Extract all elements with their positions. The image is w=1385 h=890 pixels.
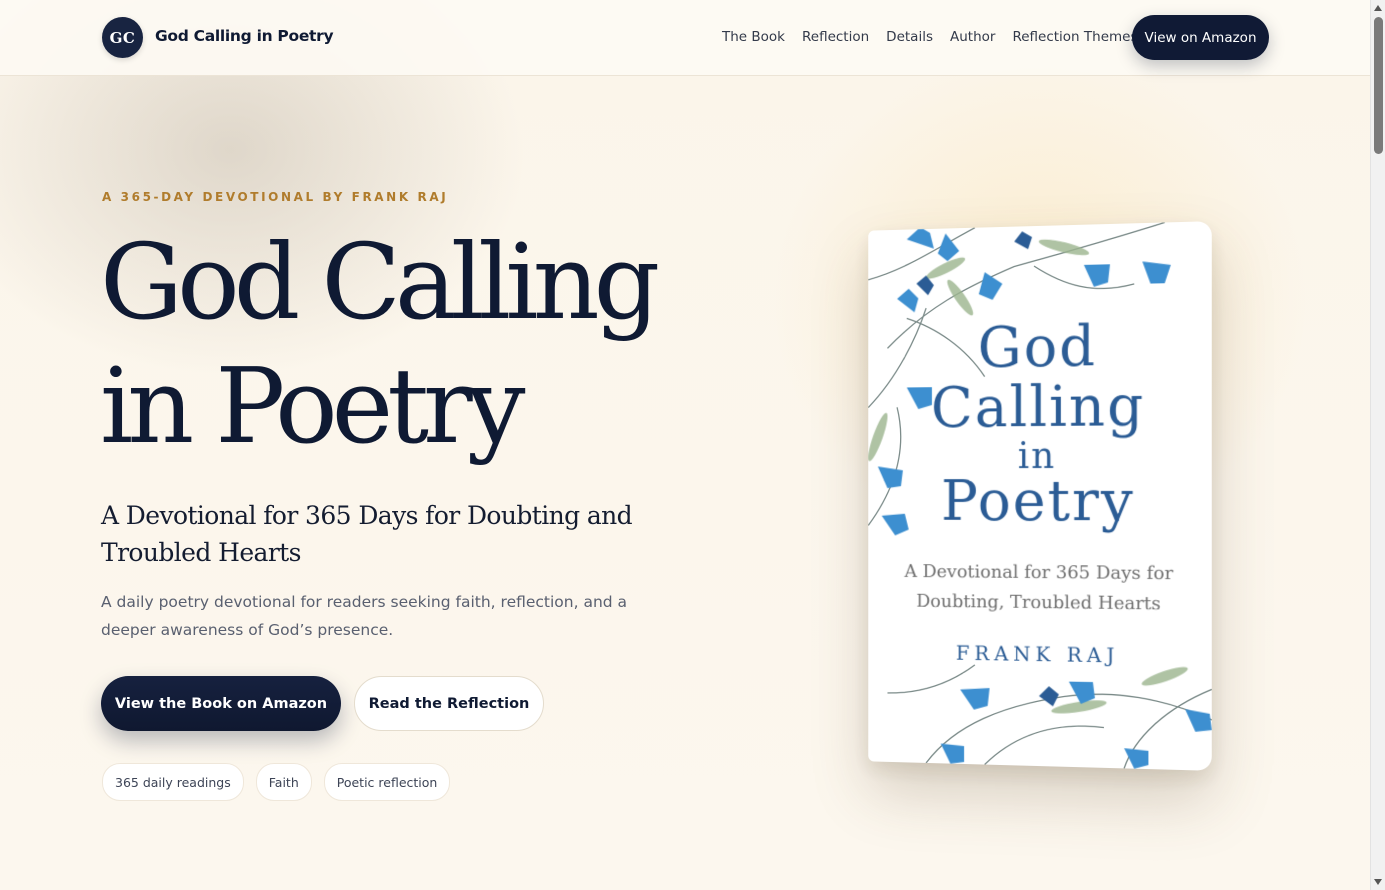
hero-subtitle: A Devotional for 365 Days for Doubting a…	[101, 501, 633, 567]
scroll-down-arrow-icon[interactable]	[1374, 879, 1382, 885]
book-title-line-1: God	[977, 313, 1098, 381]
hero-description: A daily poetry devotional for readers se…	[101, 593, 628, 639]
hero-tags: 365 daily readings Faith Poetic reflecti…	[102, 763, 462, 801]
book-cover-title: God Calling in Poetry	[868, 313, 1212, 535]
book-cover-image: God Calling in Poetry A Devotional for 3…	[868, 221, 1212, 771]
scroll-up-arrow-icon[interactable]	[1374, 5, 1382, 11]
tag-poetic-reflection: Poetic reflection	[323, 763, 451, 801]
hero-title: God Calling in Poetry	[100, 220, 740, 468]
logo-badge[interactable]: GC	[102, 17, 143, 58]
hero-title-line-2: in Poetry	[100, 345, 525, 467]
book-cover-subtitle: A Devotional for 365 Days for Doubting, …	[904, 561, 1174, 615]
nav-link-reflection-themes[interactable]: Reflection Themes	[1012, 29, 1137, 45]
view-book-on-amazon-button[interactable]: View the Book on Amazon	[101, 676, 341, 731]
nav-link-author[interactable]: Author	[950, 29, 995, 45]
nav-links: The Book Reflection Details Author Refle…	[722, 29, 1155, 45]
book-title-line-3: in	[1017, 435, 1057, 478]
nav-link-reflection[interactable]: Reflection	[802, 29, 869, 45]
hero-title-line-1: God Calling	[100, 221, 660, 343]
brand-name[interactable]: God Calling in Poetry	[155, 27, 334, 45]
nav-link-the-book[interactable]: The Book	[722, 29, 785, 45]
nav-link-details[interactable]: Details	[886, 29, 933, 45]
hero-eyebrow: A 365-DAY DEVOTIONAL BY FRANK RAJ	[102, 190, 449, 204]
tag-365-daily-readings: 365 daily readings	[102, 763, 244, 801]
page: GC God Calling in Poetry The Book Reflec…	[0, 0, 1370, 890]
view-on-amazon-button[interactable]: View on Amazon	[1132, 15, 1269, 60]
scrollbar-thumb[interactable]	[1374, 17, 1383, 154]
book-title-line-2: Calling	[931, 373, 1146, 441]
top-nav: GC God Calling in Poetry The Book Reflec…	[0, 0, 1370, 76]
book-title-line-4: Poetry	[941, 468, 1135, 535]
read-reflection-button[interactable]: Read the Reflection	[354, 676, 544, 731]
page-scrollbar[interactable]	[1370, 0, 1385, 890]
tag-faith: Faith	[255, 763, 312, 801]
